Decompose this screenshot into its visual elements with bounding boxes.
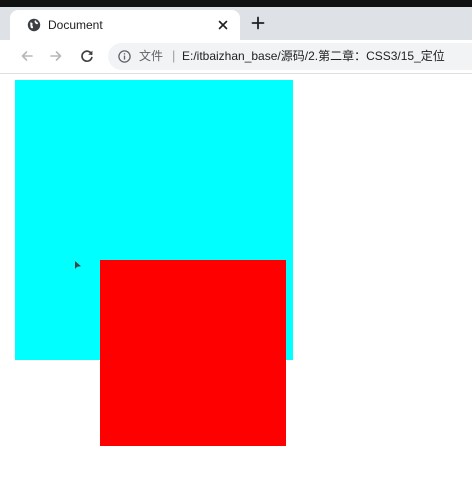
close-icon[interactable] bbox=[216, 18, 230, 32]
red-box bbox=[100, 260, 286, 446]
plus-icon[interactable] bbox=[250, 15, 266, 31]
site-label: 文件 bbox=[139, 49, 164, 63]
browser-toolbar: 文件 | E:/itbaizhan_base/源码/2.第二章：CSS3/15_… bbox=[0, 40, 472, 74]
address-bar[interactable]: 文件 | E:/itbaizhan_base/源码/2.第二章：CSS3/15_… bbox=[108, 43, 472, 70]
forward-arrow-icon[interactable] bbox=[48, 48, 64, 64]
globe-icon bbox=[27, 18, 41, 32]
reload-icon[interactable] bbox=[79, 48, 95, 64]
tab-title: Document bbox=[48, 18, 103, 32]
info-icon[interactable] bbox=[118, 50, 131, 63]
tab-document[interactable]: Document bbox=[10, 10, 240, 40]
mouse-cursor-icon bbox=[75, 261, 81, 269]
tab-bar: Document bbox=[0, 7, 472, 40]
page-content bbox=[0, 74, 472, 484]
url-text[interactable]: E:/itbaizhan_base/源码/2.第二章：CSS3/15_定位 bbox=[182, 49, 445, 64]
window-top-strip bbox=[0, 0, 472, 7]
browser-window: Document 文件 | E:/itbaizhan_base/源码/2.第二章… bbox=[0, 0, 472, 484]
back-arrow-icon[interactable] bbox=[19, 48, 35, 64]
address-separator: | bbox=[172, 48, 176, 63]
